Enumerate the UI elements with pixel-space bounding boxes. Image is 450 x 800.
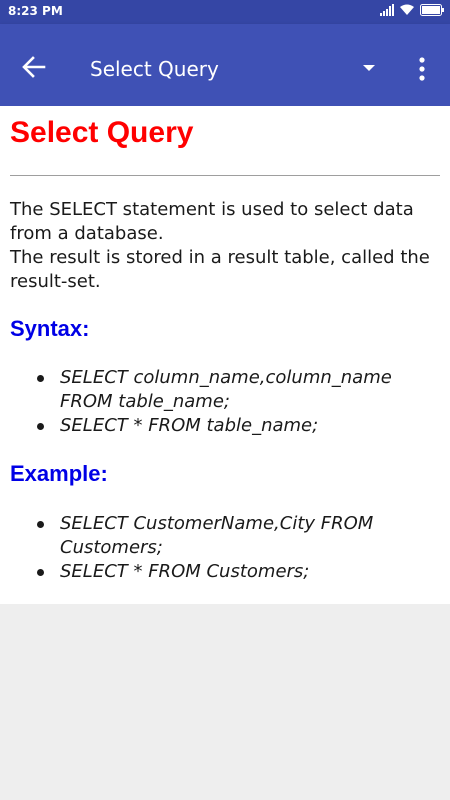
signal-icon xyxy=(380,4,394,16)
syntax-list: SELECT column_name,column_name FROM tabl… xyxy=(10,366,440,438)
wifi-icon xyxy=(400,4,414,15)
overflow-menu-icon[interactable] xyxy=(411,54,433,84)
dropdown-arrow-icon[interactable] xyxy=(358,60,380,76)
syntax-heading: Syntax: xyxy=(10,316,90,341)
page-heading: Select Query xyxy=(10,116,194,149)
app-bar: Select Query xyxy=(0,24,450,106)
list-item: SELECT * FROM table_name; xyxy=(10,414,440,438)
back-arrow-icon[interactable] xyxy=(20,53,48,81)
intro-paragraph: The SELECT statement is used to select d… xyxy=(10,198,440,294)
intro-line: The result is stored in a result table, … xyxy=(10,247,430,292)
status-icons xyxy=(380,4,444,16)
list-item: SELECT column_name,column_name FROM tabl… xyxy=(10,366,440,414)
battery-icon xyxy=(420,4,444,16)
example-heading: Example: xyxy=(10,461,108,486)
intro-line: The SELECT statement is used to select d… xyxy=(10,199,414,244)
list-item: SELECT CustomerName,City FROM Customers; xyxy=(10,512,440,560)
status-bar: 8:23 PM xyxy=(0,0,450,24)
status-time: 8:23 PM xyxy=(8,4,63,18)
divider xyxy=(10,175,440,176)
content-card: Select Query The SELECT statement is use… xyxy=(0,106,450,604)
app-bar-title: Select Query xyxy=(90,57,219,81)
example-list: SELECT CustomerName,City FROM Customers;… xyxy=(10,512,440,584)
list-item: SELECT * FROM Customers; xyxy=(10,560,440,584)
